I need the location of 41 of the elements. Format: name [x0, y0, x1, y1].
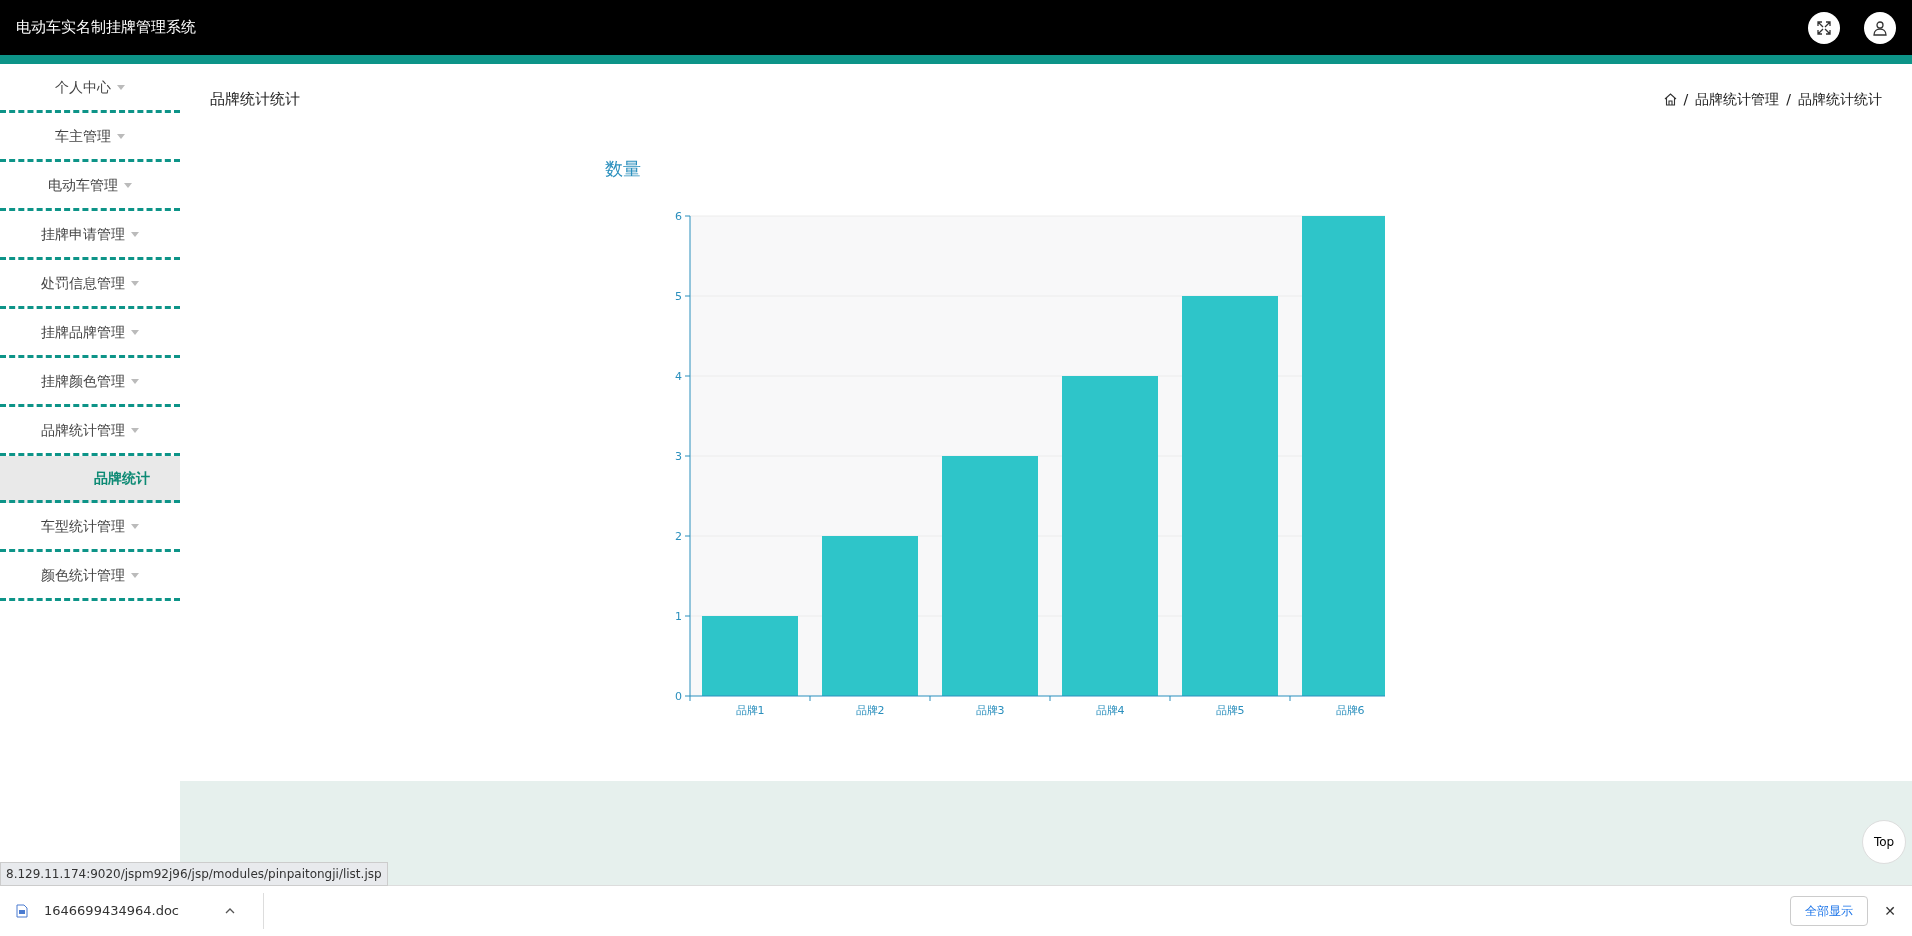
sidebar-menu-item[interactable]: 挂牌品牌管理	[0, 309, 180, 358]
user-icon	[1872, 19, 1888, 36]
breadcrumb-separator: /	[1683, 89, 1689, 109]
sidebar-menu-item[interactable]: 挂牌颜色管理	[0, 358, 180, 407]
app-title: 电动车实名制挂牌管理系统	[16, 17, 196, 39]
sidebar-menu-item[interactable]: 处罚信息管理	[0, 260, 180, 309]
show-all-button[interactable]: 全部显示	[1790, 896, 1869, 926]
y-tick-label: 6	[675, 209, 682, 223]
x-tick-label: 品牌2	[855, 703, 885, 717]
download-file-name[interactable]: 1646699434964.doc	[44, 901, 179, 921]
x-tick-label: 品牌6	[1335, 703, 1365, 717]
y-tick-label: 0	[675, 689, 682, 703]
user-button[interactable]	[1864, 11, 1896, 44]
x-tick-label: 品牌4	[1095, 703, 1125, 717]
x-tick-label: 品牌3	[975, 703, 1005, 717]
sidebar-menu-item[interactable]: 电动车管理	[0, 162, 180, 211]
fullscreen-button[interactable]	[1808, 11, 1840, 44]
x-tick-label: 品牌1	[735, 703, 765, 717]
y-tick-label: 2	[675, 529, 682, 543]
document-icon	[16, 904, 28, 918]
x-tick-label: 品牌5	[1215, 703, 1245, 717]
page-title: 品牌统计统计	[210, 89, 300, 110]
sidebar-menu-item[interactable]: 个人中心	[0, 64, 180, 113]
y-tick-label: 1	[675, 609, 682, 623]
sidebar-menu-item[interactable]: 颜色统计管理	[0, 552, 180, 601]
home-icon[interactable]	[1663, 92, 1677, 106]
y-tick-label: 5	[675, 289, 682, 303]
sidebar-menu-item[interactable]: 车型统计管理	[0, 503, 180, 552]
close-button[interactable]: ✕	[1884, 900, 1896, 922]
sidebar-menu-item[interactable]: 车主管理	[0, 113, 180, 162]
sidebar-menu-item[interactable]: 挂牌申请管理	[0, 211, 180, 260]
breadcrumb-item[interactable]: 品牌统计管理	[1695, 88, 1780, 110]
status-url: 8.129.11.174:9020/jspm92j96/jsp/modules/pinpaitongji/list.jsp	[0, 862, 388, 886]
y-tick-label: 4	[675, 369, 682, 383]
breadcrumb-item: 品牌统计统计	[1798, 89, 1882, 109]
chart-title: 数量	[605, 156, 642, 181]
breadcrumb-separator: /	[1786, 89, 1791, 109]
caret-icon[interactable]	[225, 908, 235, 914]
sidebar-submenu-item[interactable]: 品牌统计	[0, 456, 180, 503]
y-tick-label: 3	[675, 449, 682, 463]
expand-icon	[1816, 19, 1832, 36]
